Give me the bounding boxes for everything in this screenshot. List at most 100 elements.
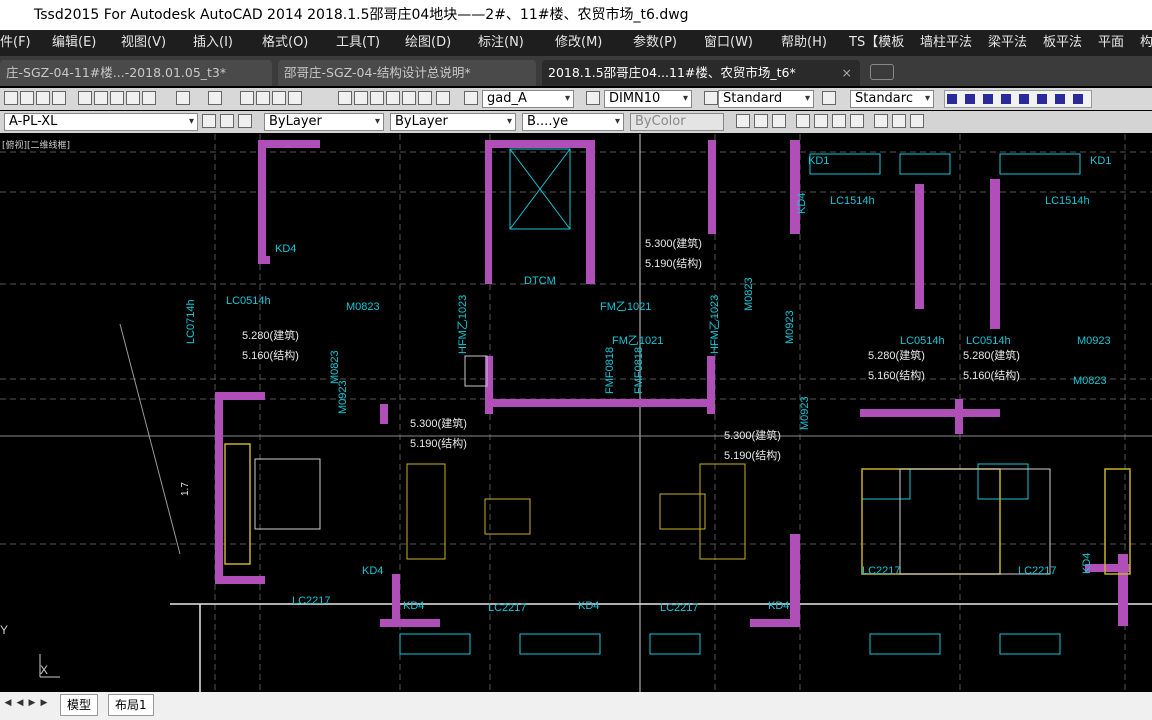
tab-close-icon[interactable]: × xyxy=(842,60,852,86)
markup-icon[interactable] xyxy=(402,91,416,105)
opening-label: LC0714h xyxy=(185,299,197,344)
menu-ts-template[interactable]: TS【模板 xyxy=(849,30,904,56)
menu-component[interactable]: 构 xyxy=(1140,30,1152,56)
lineweight-dropdown[interactable]: B....ye ▾ xyxy=(522,113,624,131)
last-layout-icon[interactable]: ▶ xyxy=(38,697,50,709)
opening-label: KD1 xyxy=(1090,155,1111,167)
menu-window[interactable]: 窗口(W) xyxy=(704,30,753,56)
menu-format[interactable]: 格式(O) xyxy=(262,30,308,56)
bed xyxy=(224,443,251,565)
tab-layout1[interactable]: 布局1 xyxy=(108,694,154,716)
tssd-icon-9[interactable] xyxy=(892,114,906,128)
tssd-icon-10[interactable] xyxy=(910,114,924,128)
menu-draw[interactable]: 绘图(D) xyxy=(405,30,451,56)
wall xyxy=(586,140,595,284)
menu-dimension[interactable]: 标注(N) xyxy=(478,30,524,56)
menu-modify[interactable]: 修改(M) xyxy=(555,30,602,56)
match-properties-icon[interactable] xyxy=(126,91,140,105)
color-value: ByLayer xyxy=(269,114,322,129)
cut-icon[interactable] xyxy=(78,91,92,105)
redo-icon[interactable] xyxy=(208,91,222,105)
undo-icon[interactable] xyxy=(176,91,190,105)
plotstyle-dropdown[interactable]: ByColor xyxy=(630,113,724,131)
next-layout-icon[interactable]: ▶ xyxy=(26,697,38,709)
opening-label: HFM乙1023 xyxy=(456,295,469,354)
tssd-icon-3[interactable] xyxy=(772,114,786,128)
dim-style-dropdown[interactable]: DIMN10 ▾ xyxy=(604,90,692,108)
tssd-icon-4[interactable] xyxy=(796,114,810,128)
tssd-icon-5[interactable] xyxy=(814,114,828,128)
opening-label: KD4 xyxy=(768,600,789,612)
tssd-icon-2[interactable] xyxy=(754,114,768,128)
opening-label: LC0514h xyxy=(966,335,1011,347)
layer-dropdown[interactable]: A-PL-XL ▾ xyxy=(4,113,198,131)
new-icon[interactable] xyxy=(4,91,18,105)
design-center-icon[interactable] xyxy=(354,91,368,105)
opening-label: LC2217 xyxy=(862,565,901,577)
viewport-label[interactable]: [俯视][二维线框] xyxy=(2,138,70,151)
elevation-label: 5.160(结构) xyxy=(868,368,925,382)
menu-help[interactable]: 帮助(H) xyxy=(781,30,827,56)
linetype-dropdown[interactable]: ByLayer ▾ xyxy=(390,113,516,131)
menu-tools[interactable]: 工具(T) xyxy=(336,30,380,56)
floor-plan: KD4 KD4 KD4 KD4 KD4 KD4 KD4 KD1 KD1 M0823 M0823 M08… xyxy=(0,134,1152,692)
text-style-dropdown[interactable]: gad_A ▾ xyxy=(482,90,574,108)
menu-insert[interactable]: 插入(I) xyxy=(193,30,233,56)
opening-label: LC2217 xyxy=(1018,565,1057,577)
menu-beam[interactable]: 梁平法 xyxy=(988,30,1027,56)
multileader-style-dropdown[interactable]: Standarc ▾ xyxy=(850,90,934,108)
table-style-dropdown[interactable]: Standard ▾ xyxy=(718,90,814,108)
tab-document-1[interactable]: 庄-SGZ-04-11#楼...-2018.01.05_t3* xyxy=(0,60,272,86)
tssd-icon-8[interactable] xyxy=(874,114,888,128)
menu-plane[interactable]: 平面 xyxy=(1098,30,1124,56)
menu-wall-column[interactable]: 墙柱平法 xyxy=(920,30,972,56)
wall xyxy=(990,179,1000,329)
tool-palettes-icon[interactable] xyxy=(370,91,384,105)
drawing-canvas[interactable]: KD4 KD4 KD4 KD4 KD4 KD4 KD4 KD1 KD1 M0823 M0823 M08… xyxy=(0,134,1152,692)
opening-label: M0823 xyxy=(329,350,341,384)
make-current-icon[interactable] xyxy=(220,114,234,128)
tab-model[interactable]: 模型 xyxy=(60,694,99,716)
menu-parametric[interactable]: 参数(P) xyxy=(633,30,677,56)
new-tab-icon[interactable] xyxy=(870,64,894,80)
tssd-tool-icons[interactable] xyxy=(947,94,1087,104)
opening-label: DTCM xyxy=(524,275,556,287)
paste-icon[interactable] xyxy=(110,91,124,105)
menu-edit[interactable]: 编辑(E) xyxy=(52,30,96,56)
menu-view[interactable]: 视图(V) xyxy=(121,30,166,56)
block-editor-icon[interactable] xyxy=(142,91,156,105)
layer-previous-icon[interactable] xyxy=(238,114,252,128)
open-icon[interactable] xyxy=(20,91,34,105)
wall xyxy=(215,392,265,400)
site-line xyxy=(119,323,181,555)
color-dropdown[interactable]: ByLayer ▾ xyxy=(264,113,384,131)
opening-label: FM乙1021 xyxy=(612,334,663,347)
opening-label: M0923 xyxy=(799,396,811,430)
zoom-window-icon[interactable] xyxy=(272,91,286,105)
copy-icon[interactable] xyxy=(94,91,108,105)
menu-file[interactable]: 件(F) xyxy=(0,30,31,56)
text-style-icon xyxy=(464,91,478,105)
elevation-label: 5.300(建筑) xyxy=(410,416,467,430)
layer-properties-icon[interactable] xyxy=(202,114,216,128)
document-tab-bar: 庄-SGZ-04-11#楼...-2018.01.05_t3* 邵哥庄-SGZ-… xyxy=(0,56,1152,86)
furniture xyxy=(484,498,531,535)
tssd-icon-1[interactable] xyxy=(736,114,750,128)
tab-document-3[interactable]: 2018.1.5邵哥庄04...11#楼、农贸市场_t6* × xyxy=(542,60,860,86)
tssd-icon-6[interactable] xyxy=(832,114,846,128)
tab-document-2[interactable]: 邵哥庄-SGZ-04-结构设计总说明* xyxy=(278,60,536,86)
prev-layout-icon[interactable]: ◀ xyxy=(14,697,26,709)
save-icon[interactable] xyxy=(36,91,50,105)
first-layout-icon[interactable]: ◀ xyxy=(2,697,14,709)
quickcalc-icon[interactable] xyxy=(418,91,432,105)
plot-icon[interactable] xyxy=(52,91,66,105)
menu-slab[interactable]: 板平法 xyxy=(1043,30,1082,56)
zoom-previous-icon[interactable] xyxy=(288,91,302,105)
help-icon[interactable] xyxy=(436,91,450,105)
zoom-realtime-icon[interactable] xyxy=(256,91,270,105)
pan-icon[interactable] xyxy=(240,91,254,105)
tssd-icon-7[interactable] xyxy=(850,114,864,128)
properties-icon[interactable] xyxy=(338,91,352,105)
elevation-label: 5.190(结构) xyxy=(410,436,467,450)
sheet-set-icon[interactable] xyxy=(386,91,400,105)
